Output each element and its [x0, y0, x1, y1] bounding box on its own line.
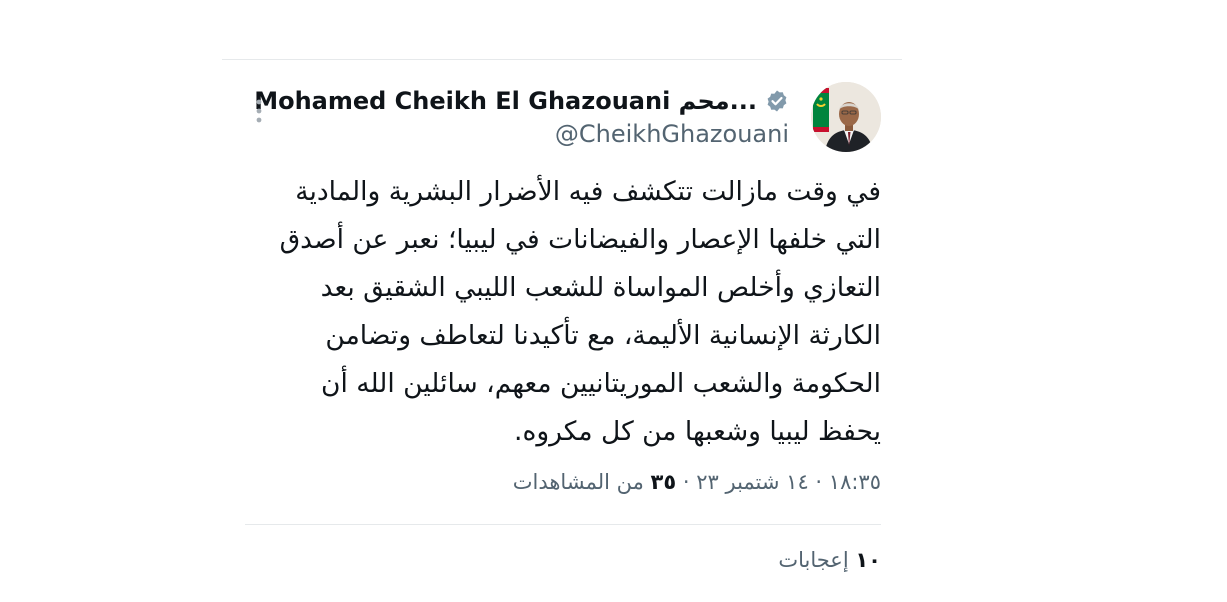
tweet-time[interactable]: ١٨:٣٥ — [829, 470, 881, 494]
meta-separator: · — [815, 470, 823, 494]
meta-separator: · — [682, 470, 690, 494]
more-vertical-icon[interactable] — [253, 98, 265, 124]
author-name-line: Mohamed Cheikh El Ghazouani محم... — [254, 84, 789, 118]
verified-badge-icon — [767, 90, 787, 112]
tweet-card[interactable]: Mohamed Cheikh El Ghazouani محم... @Chei… — [245, 80, 881, 494]
stats-divider — [245, 524, 881, 525]
author-display-name[interactable]: Mohamed Cheikh El Ghazouani محم... — [254, 87, 757, 115]
views-label: من المشاهدات — [512, 470, 644, 494]
likes-count: ١٠ — [855, 548, 881, 572]
likes-stat[interactable]: ١٠ إعجابات — [778, 548, 881, 572]
likes-label: إعجابات — [778, 548, 849, 572]
avatar[interactable] — [811, 82, 881, 152]
author-block: Mohamed Cheikh El Ghazouani محم... @Chei… — [254, 84, 789, 148]
top-divider — [222, 59, 902, 60]
author-handle[interactable]: @CheikhGhazouani — [254, 120, 789, 148]
tweet-header: Mohamed Cheikh El Ghazouani محم... @Chei… — [245, 80, 881, 154]
views-count: ٣٥ — [650, 470, 677, 494]
profile-photo — [811, 82, 881, 152]
tweet-text: في وقت مازالت تتكشف فيه الأضرار البشرية … — [279, 176, 881, 447]
tweet-meta: ١٨:٣٥ · ١٤ شتمبر ٢٣ · ٣٥ من المشاهدات — [245, 470, 881, 494]
tweet-date[interactable]: ١٤ شتمبر ٢٣ — [696, 470, 808, 494]
